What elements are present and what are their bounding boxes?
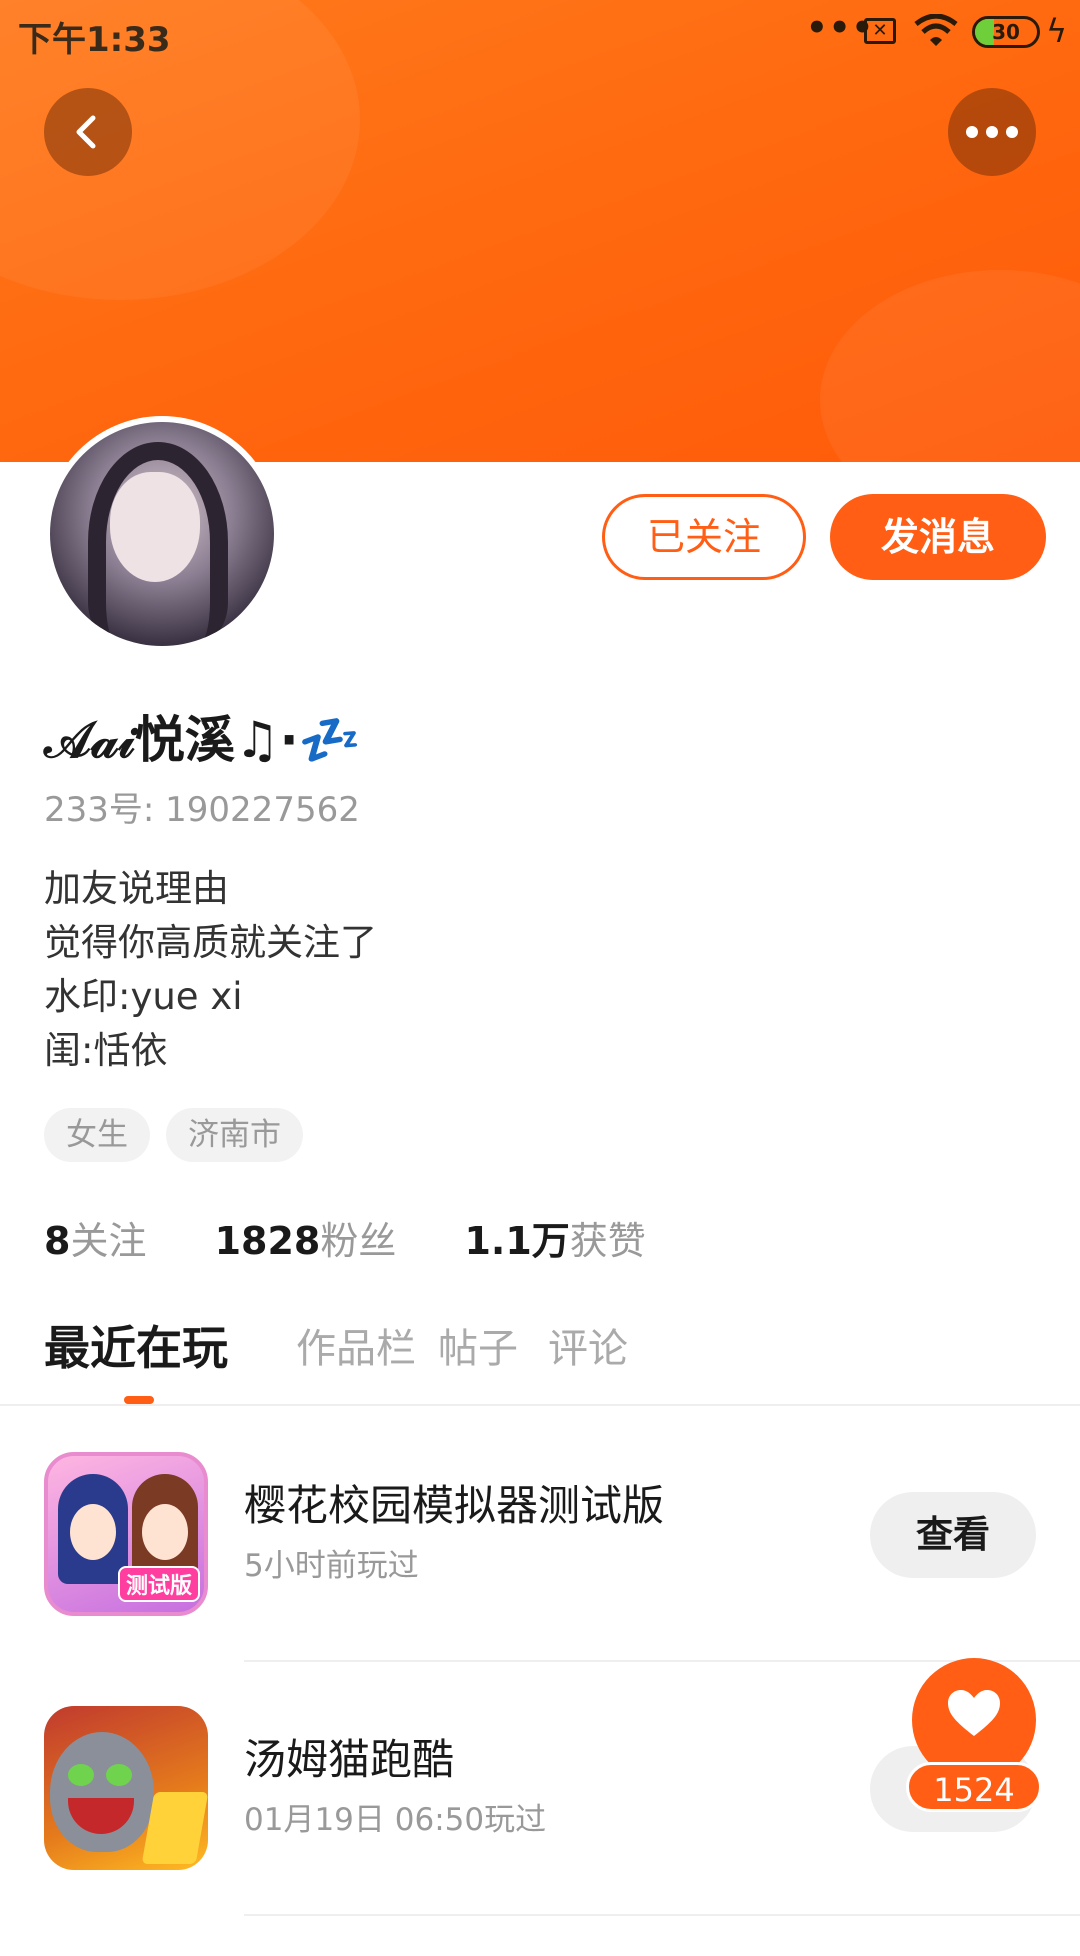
sakura-school-game-icon: 测试版 <box>44 1452 208 1616</box>
bio-line: 加友说理由 <box>44 867 229 910</box>
game-played-time: 5小时前玩过 <box>244 1548 419 1584</box>
nickname: 𝒜𝒶𝒾悦溪♫·💤 <box>44 700 361 772</box>
stat-number: 1828 <box>214 1219 321 1263</box>
game-played-time: 01月19日 06:50玩过 <box>244 1802 547 1838</box>
icon-face <box>70 1504 116 1560</box>
stat-label: 粉丝 <box>320 1219 397 1263</box>
bio-line: 水印:yue xi <box>44 975 243 1018</box>
avatar-face <box>110 472 200 582</box>
like-count: 1524 <box>906 1762 1042 1812</box>
status-time: 下午1:33 <box>18 20 171 60</box>
stat-number: 8 <box>44 1219 71 1263</box>
icon-head <box>50 1732 154 1852</box>
bio: 加友说理由 觉得你高质就关注了 水印:yue xi 闺:恬依 <box>44 862 377 1078</box>
icon-eye <box>106 1764 132 1786</box>
city-tag: 济南市 <box>166 1108 303 1162</box>
status-bar: 下午1:33 ••• ✕ 30 ϟ <box>0 0 1080 64</box>
sleep-zz-icon: 💤 <box>298 711 361 769</box>
bio-line: 闺:恬依 <box>44 1029 168 1072</box>
icon-eye <box>68 1764 94 1786</box>
chevron-left-icon <box>76 115 96 149</box>
active-tab-indicator <box>124 1396 154 1404</box>
avatar[interactable] <box>44 416 280 652</box>
user-id: 233号: 190227562 <box>44 790 360 830</box>
divider <box>0 1404 1080 1406</box>
stat-fans[interactable]: 1828粉丝 <box>215 1210 397 1265</box>
tab-comments[interactable]: 评论 <box>548 1316 628 1374</box>
stat-following[interactable]: 8关注 <box>44 1210 146 1265</box>
game-title: 汤姆猫跑酷 <box>244 1735 455 1784</box>
battery-level: 30 <box>992 20 1020 44</box>
tab-recently-played[interactable]: 最近在玩 <box>44 1312 228 1378</box>
profile-stats: 8关注 1828粉丝 1.1万获赞 <box>44 1210 702 1265</box>
nickname-text: 𝒜𝒶𝒾悦溪♫· <box>44 711 299 769</box>
bio-line: 觉得你高质就关注了 <box>44 921 377 964</box>
charging-icon: ϟ <box>1046 12 1068 50</box>
profile-header-banner: 下午1:33 ••• ✕ 30 ϟ <box>0 0 1080 462</box>
tab-works[interactable]: 作品栏 <box>296 1316 416 1374</box>
stat-label: 关注 <box>70 1219 147 1263</box>
battery-icon: 30 <box>972 16 1040 48</box>
game-title: 樱花校园模拟器测试版 <box>244 1481 665 1530</box>
no-sim-icon: ✕ <box>864 18 896 44</box>
back-button[interactable] <box>44 88 132 176</box>
more-horizontal-icon <box>966 126 1018 138</box>
beta-badge: 测试版 <box>118 1566 201 1602</box>
more-button[interactable] <box>948 88 1036 176</box>
tab-posts[interactable]: 帖子 <box>438 1316 518 1374</box>
view-game-button[interactable]: 查看 <box>870 1492 1036 1578</box>
stat-label: 获赞 <box>569 1219 646 1263</box>
divider <box>244 1914 1080 1916</box>
send-message-button[interactable]: 发消息 <box>830 494 1046 580</box>
wifi-icon <box>914 13 958 52</box>
talking-tom-game-icon <box>44 1706 208 1870</box>
stat-likes[interactable]: 1.1万获赞 <box>464 1210 645 1265</box>
followed-button[interactable]: 已关注 <box>602 494 806 580</box>
avatar-image <box>50 422 274 646</box>
heart-icon <box>948 1690 1000 1736</box>
header-decoration <box>820 270 1080 462</box>
stat-number: 1.1万 <box>464 1219 570 1263</box>
icon-face <box>142 1504 188 1560</box>
icon-gold-bar <box>141 1792 208 1864</box>
list-item[interactable]: 测试版 樱花校园模拟器测试版 5小时前玩过 查看 <box>0 1452 1080 1702</box>
gender-tag: 女生 <box>44 1108 150 1162</box>
